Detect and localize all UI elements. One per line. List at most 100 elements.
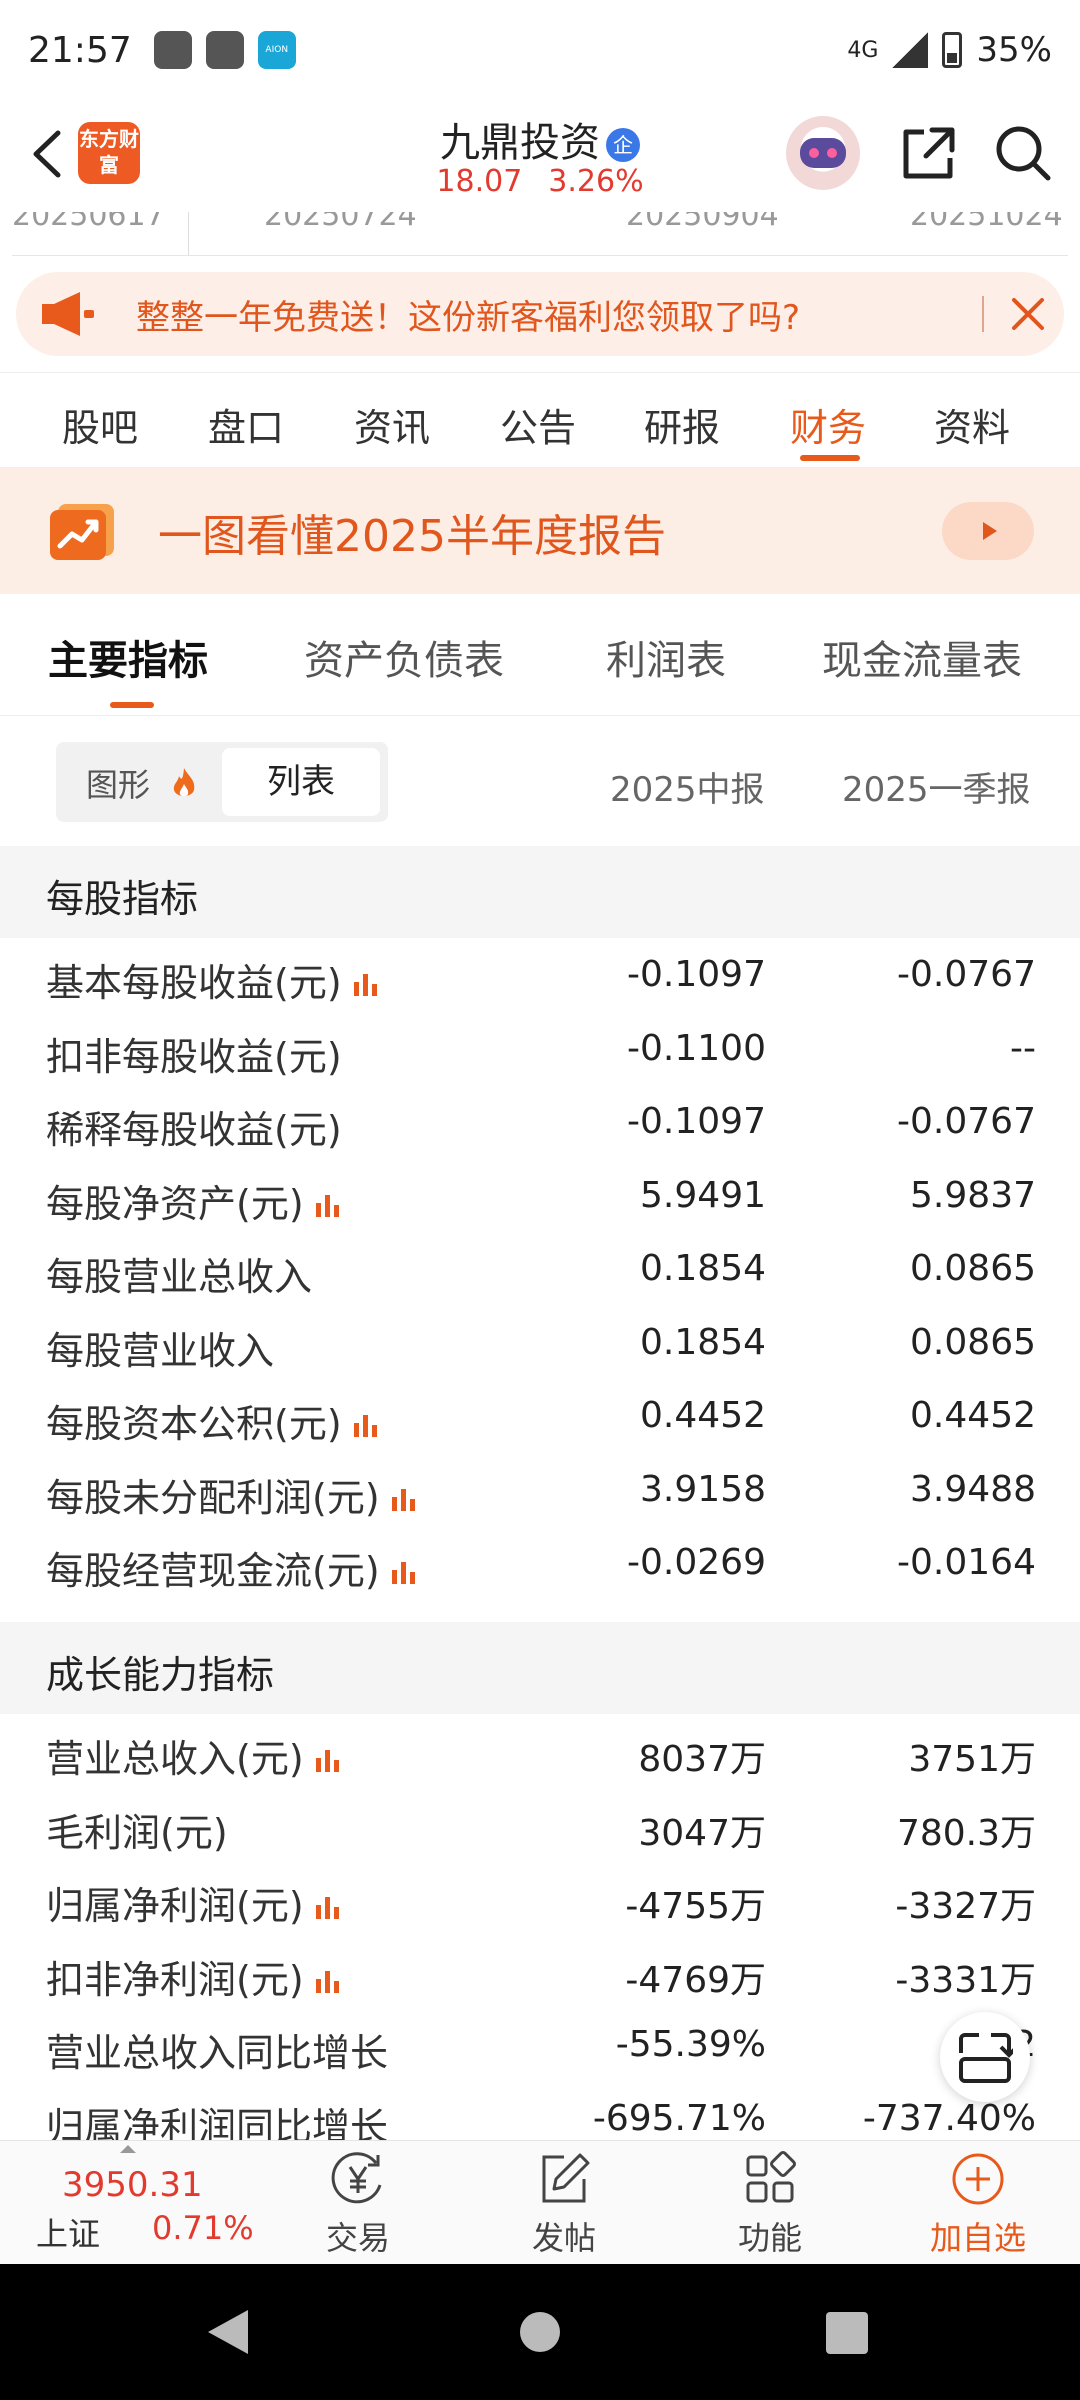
promo-divider bbox=[982, 296, 984, 332]
toggle-list-view[interactable]: 列表 bbox=[222, 748, 380, 816]
status-bar: 21:57 AION 4G 35% bbox=[0, 0, 1080, 100]
tab-pankou[interactable]: 盘口 bbox=[208, 397, 284, 452]
notification-app-icon bbox=[153, 31, 192, 69]
aion-app-icon: AION bbox=[257, 31, 296, 69]
row-label-text: 归属净利润(元) bbox=[46, 1884, 304, 1928]
row-value-current: -695.71% bbox=[592, 2097, 766, 2139]
table-row[interactable]: 每股经营现金流(元) -0.0269 -0.0164 bbox=[0, 1528, 1080, 1602]
row-label-text: 营业总收入同比增长 bbox=[46, 2031, 389, 2075]
row-value-current: -55.39% bbox=[615, 2024, 766, 2065]
battery-level: 35% bbox=[976, 30, 1052, 70]
row-value-previous: 0.0865 bbox=[910, 1248, 1036, 1289]
bar-chart-icon[interactable] bbox=[352, 970, 380, 998]
row-label: 营业总收入(元) bbox=[46, 1728, 342, 1783]
row-value-previous: -0.0767 bbox=[897, 1101, 1036, 1142]
row-label-text: 每股营业总收入 bbox=[46, 1255, 313, 1299]
row-label: 基本每股收益(元) bbox=[46, 952, 380, 1007]
row-value-current: 3047万 bbox=[638, 1812, 766, 1854]
search-icon[interactable] bbox=[992, 122, 1054, 184]
bar-chart-icon[interactable] bbox=[390, 1485, 418, 1513]
share-icon[interactable] bbox=[898, 122, 960, 184]
tab-income-statement[interactable]: 利润表 bbox=[606, 628, 726, 686]
row-value-current: -0.1100 bbox=[627, 1027, 766, 1069]
toggle-chart-view[interactable]: 图形 bbox=[86, 760, 150, 806]
row-label: 扣非净利润(元) bbox=[46, 1949, 342, 2004]
bar-chart-icon[interactable] bbox=[314, 1191, 342, 1219]
play-icon[interactable] bbox=[942, 502, 1034, 560]
top-tabs: 股吧 盘口 资讯 公告 研报 财务 资料 bbox=[0, 372, 1080, 468]
row-value-current: 8037万 bbox=[638, 1739, 766, 1780]
row-label-text: 每股未分配利润(元) bbox=[46, 1475, 380, 1520]
row-value-current: 0.1854 bbox=[640, 1321, 766, 1363]
table-row[interactable]: 每股营业总收入 0.1854 0.0865 bbox=[0, 1234, 1080, 1308]
table-row[interactable]: 毛利润(元) 3047万 780.3万 bbox=[0, 1790, 1080, 1864]
table-row[interactable]: 营业总收入(元) 8037万 3751万 bbox=[0, 1716, 1080, 1790]
tab-announcements[interactable]: 公告 bbox=[500, 397, 576, 452]
row-label-text: 每股资本公积(元) bbox=[46, 1402, 342, 1446]
bar-chart-icon[interactable] bbox=[314, 1746, 342, 1774]
index-change: 0.71% bbox=[152, 2209, 254, 2247]
active-sub-tab-indicator bbox=[110, 702, 154, 708]
notification-app-icon bbox=[205, 31, 244, 69]
row-label: 归属净利润(元) bbox=[46, 1875, 342, 1930]
section-header: 每股指标 bbox=[0, 846, 1080, 938]
tab-finance[interactable]: 财务 bbox=[790, 397, 866, 452]
ai-assistant-robot-icon[interactable] bbox=[786, 116, 860, 190]
tab-research[interactable]: 研报 bbox=[644, 397, 720, 452]
row-value-current: -0.1097 bbox=[627, 1101, 766, 1142]
table-row[interactable]: 稀释每股收益(元) -0.1097 -0.0767 bbox=[0, 1087, 1080, 1161]
post-button[interactable]: 发帖 bbox=[494, 2149, 634, 2261]
table-row[interactable]: 每股资本公积(元) 0.4452 0.4452 bbox=[0, 1381, 1080, 1455]
tab-cash-flow[interactable]: 现金流量表 bbox=[822, 628, 1022, 686]
enterprise-badge-icon: 企 bbox=[606, 128, 640, 162]
table-row[interactable]: 归属净利润(元) -4755万 -3327万 bbox=[0, 1863, 1080, 1937]
nav-home-icon[interactable] bbox=[520, 2312, 560, 2352]
add-watchlist-button[interactable]: 加自选 bbox=[908, 2149, 1048, 2261]
table-row[interactable]: 营业总收入同比增长-55.39%-2 bbox=[0, 2010, 1080, 2084]
row-label: 每股经营现金流(元) bbox=[46, 1540, 418, 1595]
functions-button[interactable]: 功能 bbox=[700, 2149, 840, 2261]
notification-icons: AION bbox=[153, 31, 296, 69]
table-row[interactable]: 基本每股收益(元) -0.1097 -0.0767 bbox=[0, 940, 1080, 1014]
table-row[interactable]: 每股未分配利润(元) 3.9158 3.9488 bbox=[0, 1455, 1080, 1529]
switch-icon bbox=[959, 2033, 1013, 2083]
caret-up-icon bbox=[120, 2145, 136, 2153]
index-ticker[interactable]: 3950.31 上证 0.71% bbox=[30, 2145, 270, 2255]
row-value-previous: -3327万 bbox=[895, 1886, 1036, 1927]
tab-balance-sheet[interactable]: 资产负债表 bbox=[304, 628, 504, 686]
row-label-text: 每股净资产(元) bbox=[46, 1181, 304, 1226]
switch-view-float-button[interactable] bbox=[940, 2012, 1030, 2102]
tab-key-indicators[interactable]: 主要指标 bbox=[48, 628, 208, 686]
table-row[interactable]: 扣非每股收益(元) -0.1100 -- bbox=[0, 1014, 1080, 1088]
report-banner[interactable]: 一图看懂2025半年度报告 bbox=[0, 468, 1080, 594]
add-watchlist-label: 加自选 bbox=[929, 2219, 1026, 2257]
nav-recents-icon[interactable] bbox=[826, 2312, 868, 2354]
bar-chart-icon[interactable] bbox=[390, 1558, 418, 1586]
row-label: 每股营业收入 bbox=[46, 1320, 274, 1375]
row-label: 每股净资产(元) bbox=[46, 1173, 342, 1228]
table-row[interactable]: 每股净资产(元) 5.9491 5.9837 bbox=[0, 1161, 1080, 1235]
table-row[interactable]: 扣非净利润(元) -4769万 -3331万 bbox=[0, 1937, 1080, 2011]
bar-chart-icon[interactable] bbox=[314, 1967, 342, 1995]
tab-profile[interactable]: 资料 bbox=[934, 397, 1010, 452]
trade-button[interactable]: 交易 bbox=[288, 2149, 428, 2261]
row-label-text: 毛利润(元) bbox=[46, 1810, 228, 1855]
row-label-text: 稀释每股收益(元) bbox=[46, 1108, 342, 1152]
stock-header: 东方财富 九鼎投资企 18.07 3.26% bbox=[0, 100, 1080, 212]
promo-banner[interactable]: 整整一年免费送！这份新客福利您领取了吗? bbox=[16, 272, 1064, 356]
network-type: 4G bbox=[847, 37, 879, 63]
date-label: 20250724 bbox=[264, 212, 417, 233]
row-value-current: -0.0269 bbox=[627, 1542, 766, 1583]
row-label-text: 基本每股收益(元) bbox=[46, 961, 342, 1005]
tab-news[interactable]: 资讯 bbox=[354, 397, 430, 452]
bar-chart-icon[interactable] bbox=[352, 1411, 380, 1439]
status-time: 21:57 bbox=[28, 29, 132, 71]
nav-back-icon[interactable] bbox=[208, 2310, 248, 2354]
row-value-current: 0.4452 bbox=[640, 1395, 766, 1436]
table-row[interactable]: 每股营业收入 0.1854 0.0865 bbox=[0, 1308, 1080, 1382]
tab-guba[interactable]: 股吧 bbox=[62, 397, 138, 452]
close-icon[interactable] bbox=[1002, 288, 1054, 340]
stock-change-pct: 3.26% bbox=[548, 164, 644, 199]
row-label: 毛利润(元) bbox=[46, 1802, 228, 1857]
bar-chart-icon[interactable] bbox=[314, 1893, 342, 1921]
